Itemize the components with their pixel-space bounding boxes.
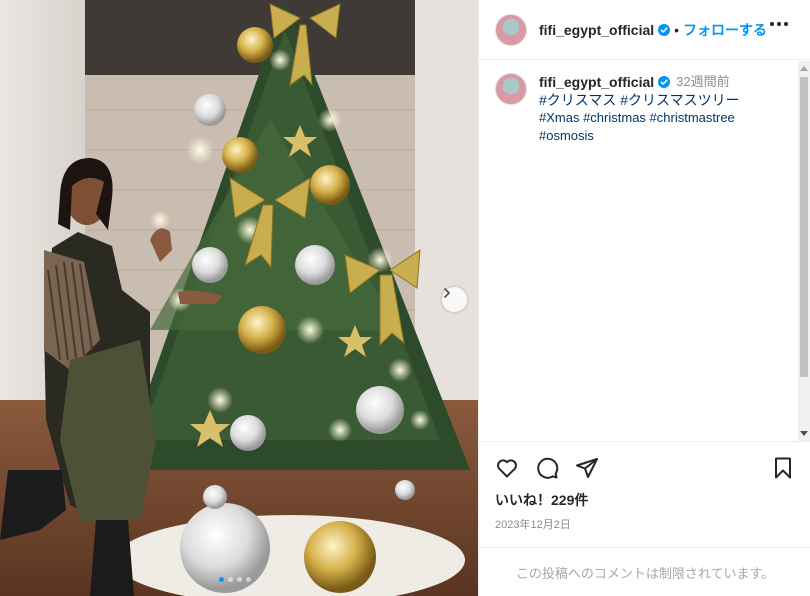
post-side-panel: fifi_egypt_official • フォローする fifi_egypt_…	[478, 0, 810, 596]
likes-count[interactable]: いいね！229件	[495, 490, 795, 510]
avatar[interactable]	[495, 13, 527, 46]
username-link[interactable]: fifi_egypt_official	[539, 22, 654, 38]
carousel-indicator	[219, 577, 251, 582]
more-options-icon[interactable]	[770, 22, 788, 26]
carousel-dot	[246, 577, 251, 582]
caption: fifi_egypt_official 32週間前 #クリスマス #クリスマスツ…	[495, 73, 783, 145]
hashtag-line[interactable]: #クリスマス #クリスマスツリー	[539, 91, 740, 109]
follow-button[interactable]: フォローする	[683, 20, 767, 40]
caption-header: fifi_egypt_official 32週間前	[539, 73, 740, 91]
post-date[interactable]: 2023年12月2日	[495, 516, 795, 532]
chevron-right-icon	[444, 288, 450, 298]
instagram-post-modal: fifi_egypt_official • フォローする fifi_egypt_…	[0, 0, 810, 596]
carousel-dot	[228, 577, 233, 582]
comments-restricted-notice: この投稿へのコメントは制限されています。	[479, 547, 810, 596]
comments-scrollbar[interactable]	[798, 61, 810, 441]
hashtag-line[interactable]: #osmosis	[539, 127, 740, 145]
verified-badge-icon	[658, 76, 671, 88]
post-photo[interactable]	[0, 0, 478, 596]
post-actions: いいね！229件 2023年12月2日	[479, 441, 810, 547]
carousel-dot	[219, 577, 224, 582]
heart-icon[interactable]	[495, 456, 519, 480]
christmas-tree-photo	[0, 0, 478, 596]
comments-restricted-text: この投稿へのコメントは制限されています。	[515, 565, 775, 581]
caption-area: fifi_egypt_official 32週間前 #クリスマス #クリスマスツ…	[479, 61, 799, 441]
caption-body: fifi_egypt_official 32週間前 #クリスマス #クリスマスツ…	[539, 73, 740, 145]
caption-username[interactable]: fifi_egypt_official	[539, 73, 654, 91]
save-icon[interactable]	[771, 456, 795, 480]
carousel-dot	[237, 577, 242, 582]
avatar[interactable]	[495, 73, 527, 105]
comment-icon[interactable]	[535, 456, 559, 480]
caption-timestamp[interactable]: 32週間前	[676, 73, 729, 91]
post-header: fifi_egypt_official • フォローする	[479, 0, 810, 60]
hashtag-line[interactable]: #Xmas #christmas #christmastree	[539, 109, 740, 127]
scroll-up-arrow[interactable]	[800, 66, 808, 71]
carousel-next-button[interactable]	[442, 287, 467, 312]
share-icon[interactable]	[575, 456, 599, 480]
action-icon-row	[495, 456, 795, 480]
separator-dot: •	[674, 21, 680, 38]
scroll-down-arrow[interactable]	[800, 431, 808, 436]
scroll-thumb[interactable]	[800, 77, 808, 377]
verified-badge-icon	[658, 23, 671, 36]
